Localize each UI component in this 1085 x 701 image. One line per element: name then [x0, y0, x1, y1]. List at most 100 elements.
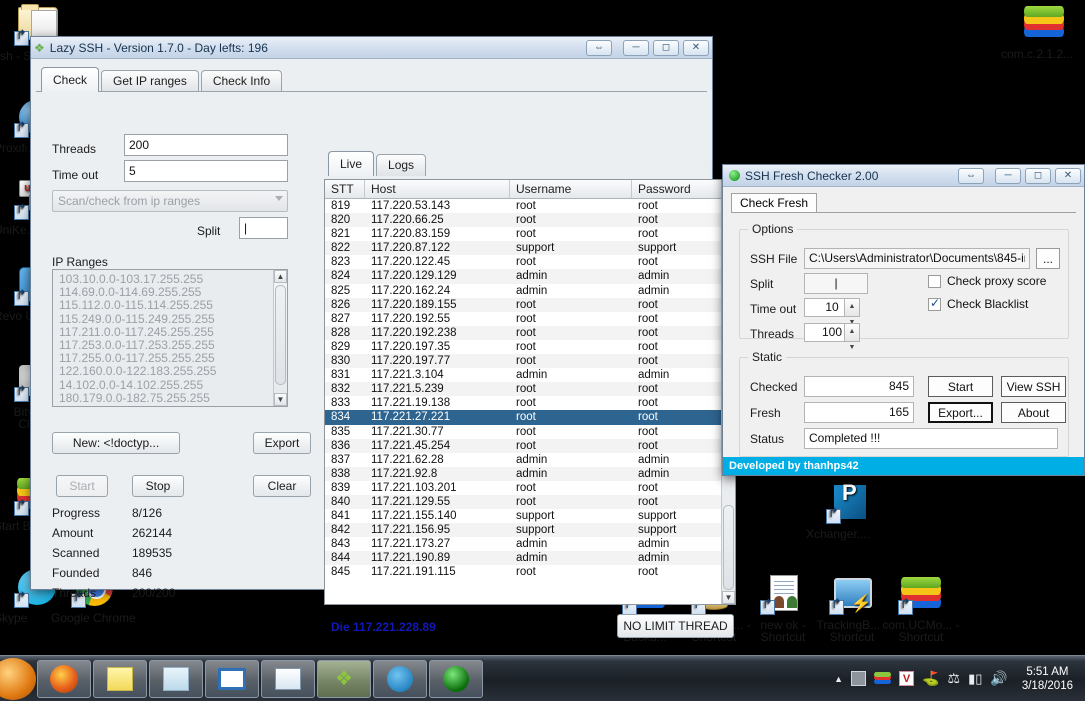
view-ssh-button[interactable]: View SSH	[1001, 376, 1066, 397]
table-row[interactable]: 821117.220.83.159rootroot	[325, 227, 735, 241]
bluestacks-tray-icon[interactable]	[874, 672, 891, 685]
taskbar-button-sticky-notes[interactable]	[93, 660, 147, 698]
close-button[interactable]: ✕	[1055, 168, 1081, 184]
show-hidden-icons-icon[interactable]: ▲	[834, 674, 843, 684]
tab-check[interactable]: Check	[41, 67, 99, 92]
tab-live[interactable]: Live	[328, 151, 374, 176]
close-button[interactable]: ✕	[683, 40, 709, 56]
desktop-icon-xchanger[interactable]: Xchanger....	[806, 482, 892, 528]
action-center-icon[interactable]: ⚖	[948, 670, 961, 687]
about-button[interactable]: About	[1001, 402, 1066, 423]
table-row[interactable]: 842117.221.156.95supportsupport	[325, 523, 735, 537]
taskbar-button-teamviewer[interactable]	[373, 660, 427, 698]
list-item[interactable]: 115.112.0.0-115.114.255.255	[53, 299, 287, 312]
maximize-button[interactable]: ◻	[1025, 168, 1051, 184]
table-row[interactable]: 829117.220.197.35rootroot	[325, 340, 735, 354]
clear-button[interactable]: Clear	[253, 475, 311, 497]
table-row[interactable]: 832117.221.5.239rootroot	[325, 382, 735, 396]
unikey-tray-icon[interactable]: V	[899, 671, 914, 686]
split-input[interactable]	[239, 217, 288, 239]
check-blacklist-checkbox[interactable]: Check Blacklist	[928, 297, 1028, 311]
clock[interactable]: 5:51 AM 3/18/2016	[1016, 665, 1079, 693]
table-row[interactable]: 819117.220.53.143rootroot	[325, 199, 735, 213]
start-button[interactable]: Start	[56, 475, 108, 497]
export-button[interactable]: Export	[253, 432, 311, 454]
table-row[interactable]: 841117.221.155.140supportsupport	[325, 509, 735, 523]
taskbar-button-ssh-fresh-checker[interactable]	[429, 660, 483, 698]
status-input[interactable]	[804, 428, 1058, 449]
volume-icon[interactable]: 🔊	[990, 670, 1007, 687]
table-row[interactable]: 830117.220.197.77rootroot	[325, 354, 735, 368]
stop-button[interactable]: Stop	[132, 475, 184, 497]
scroll-down-icon[interactable]: ▼	[274, 393, 287, 406]
taskbar-button-notepad[interactable]	[149, 660, 203, 698]
table-row[interactable]: 844117.221.190.89adminadmin	[325, 551, 735, 565]
desktop-icon-com-ucmo-shortcut[interactable]: com.UCMo... - Shortcut	[878, 573, 964, 619]
table-row[interactable]: 838117.221.92.8adminadmin	[325, 467, 735, 481]
table-row[interactable]: 837117.221.62.28adminadmin	[325, 453, 735, 467]
spinner-arrows-icon[interactable]: ▲▼	[844, 299, 859, 316]
table-row[interactable]: 833117.221.19.138rootroot	[325, 396, 735, 410]
restore-size-button[interactable]: ⇔	[586, 40, 612, 56]
table-row[interactable]: 839117.221.103.201rootroot	[325, 481, 735, 495]
scrollbar-thumb[interactable]	[723, 505, 734, 590]
fresh-value-input[interactable]	[804, 402, 914, 423]
ssh-file-input[interactable]	[804, 248, 1030, 269]
tab-check-fresh[interactable]: Check Fresh	[731, 193, 817, 213]
table-row[interactable]: 836117.221.45.254rootroot	[325, 439, 735, 453]
start-button[interactable]	[0, 658, 36, 700]
ip-ranges-scrollbar[interactable]: ▲ ▼	[273, 270, 287, 406]
taskbar-button-media-player[interactable]	[205, 660, 259, 698]
browse-button[interactable]: ...	[1036, 248, 1060, 269]
scroll-up-icon[interactable]: ▲	[274, 270, 287, 283]
taskbar-button-window[interactable]	[261, 660, 315, 698]
taskbar-button-lazy-ssh[interactable]: ❖	[317, 660, 371, 698]
scroll-down-icon[interactable]: ▼	[722, 591, 735, 604]
start-button[interactable]: Start	[928, 376, 993, 397]
fresh-titlebar[interactable]: SSH Fresh Checker 2.00 ⇔ ─ ◻ ✕	[723, 165, 1084, 187]
signal-strength-icon[interactable]: ▮▯	[968, 671, 982, 687]
new-file-button[interactable]: New: <!doctyp...	[52, 432, 180, 454]
threads-input[interactable]	[124, 134, 288, 156]
table-row[interactable]: 824117.220.129.129adminadmin	[325, 269, 735, 283]
lazy-ssh-titlebar[interactable]: ❖ Lazy SSH - Version 1.7.0 - Day lefts: …	[31, 37, 712, 59]
minimize-button[interactable]: ─	[623, 40, 649, 56]
no-limit-thread-button[interactable]: NO LIMIT THREAD	[617, 614, 734, 638]
tab-get-ip-ranges[interactable]: Get IP ranges	[101, 70, 199, 92]
table-row[interactable]: 825117.220.162.24adminadmin	[325, 284, 735, 298]
scan-source-combo[interactable]: Scan/check from ip ranges	[52, 190, 288, 212]
checked-value-input[interactable]	[804, 376, 914, 397]
table-row[interactable]: 834117.221.27.221rootroot	[325, 410, 735, 424]
ip-ranges-listbox[interactable]: 103.10.0.0-103.17.255.255 114.69.0.0-114…	[52, 269, 288, 407]
results-grid[interactable]: STT Host Username Password 819117.220.53…	[324, 179, 736, 605]
taskbar-button-firefox[interactable]	[37, 660, 91, 698]
list-item[interactable]: 115.249.0.0-115.249.255.255	[53, 313, 287, 326]
table-row[interactable]: 843117.221.173.27adminadmin	[325, 537, 735, 551]
threads-spinner[interactable]: 100 ▲▼	[804, 323, 860, 342]
minimize-button[interactable]: ─	[995, 168, 1021, 184]
table-row[interactable]: 826117.220.189.155rootroot	[325, 298, 735, 312]
column-header-username[interactable]: Username	[510, 180, 632, 198]
tab-logs[interactable]: Logs	[376, 154, 426, 176]
network-flag-icon[interactable]: ⛳	[922, 670, 939, 687]
table-row[interactable]: 835117.221.30.77rootroot	[325, 425, 735, 439]
list-item[interactable]: 180.179.0.0-182.75.255.255	[53, 392, 287, 405]
column-header-stt[interactable]: STT	[325, 180, 365, 198]
list-item[interactable]: 14.102.0.0-14.102.255.255	[53, 379, 287, 392]
timeout-input[interactable]	[124, 160, 288, 182]
desktop-icon-com-c-apk[interactable]: com.c.2.1.2...	[1001, 2, 1085, 48]
split-input[interactable]	[804, 273, 868, 294]
table-row[interactable]: 828117.220.192.238rootroot	[325, 326, 735, 340]
table-row[interactable]: 827117.220.192.55rootroot	[325, 312, 735, 326]
list-item[interactable]: 122.160.0.0-122.183.255.255	[53, 365, 287, 378]
timeout-spinner[interactable]: 10 ▲▼	[804, 298, 860, 317]
column-header-host[interactable]: Host	[365, 180, 510, 198]
spinner-arrows-icon[interactable]: ▲▼	[844, 324, 859, 341]
restore-size-button[interactable]: ⇔	[958, 168, 984, 184]
column-header-password[interactable]: Password	[632, 180, 722, 198]
table-row[interactable]: 822117.220.87.122supportsupport	[325, 241, 735, 255]
table-row[interactable]: 831117.221.3.104adminadmin	[325, 368, 735, 382]
export-button[interactable]: Export...	[928, 402, 993, 423]
unknown-app-tray-icon[interactable]	[851, 671, 866, 686]
maximize-button[interactable]: ◻	[653, 40, 679, 56]
